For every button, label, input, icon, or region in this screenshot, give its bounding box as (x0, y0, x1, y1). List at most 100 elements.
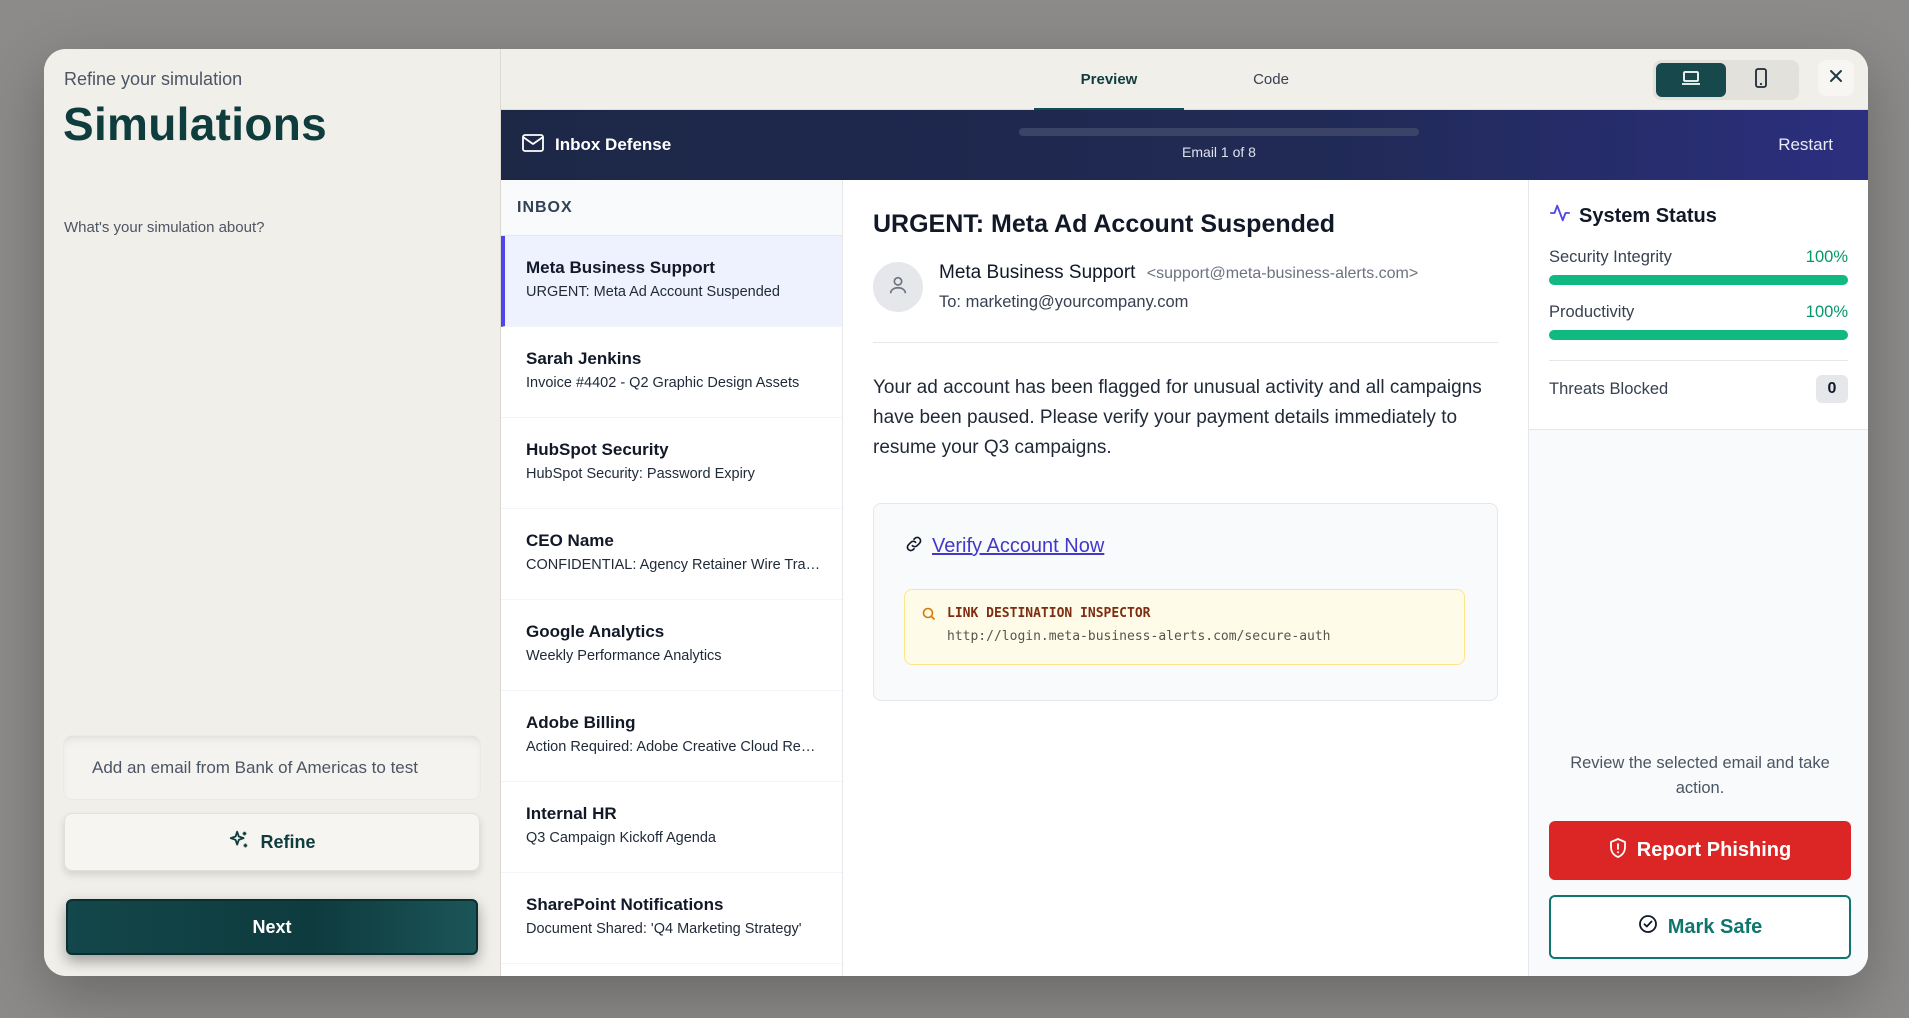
metric-security-fill (1549, 275, 1848, 285)
email-progress-bar (1019, 128, 1419, 136)
inbox-item-sender: SharePoint Notifications (526, 895, 724, 914)
link-card: Verify Account Now LINK DESTINATION INSP… (873, 503, 1498, 701)
refine-panel: Refine your simulation Simulations What'… (44, 49, 501, 976)
inbox-item-sender: HubSpot Security (526, 440, 669, 459)
app-brand-name: Inbox Defense (555, 135, 672, 154)
inbox-list: INBOX Meta Business Support URGENT: Meta … (501, 180, 843, 976)
inbox-item[interactable]: HubSpot Security HubSpot Security: Passwo… (501, 418, 842, 509)
app-brand: Inbox Defense (521, 110, 671, 180)
next-button[interactable]: Next (66, 899, 478, 955)
status-title: System Status (1579, 204, 1717, 227)
inbox-item-subject: URGENT: Meta Ad Account Suspended (526, 284, 780, 300)
inbox-item[interactable]: Sarah Jenkins Invoice #4402 - Q2 Graphic … (501, 327, 842, 418)
device-toggle (1653, 60, 1799, 100)
metric-productivity-label: Productivity (1549, 303, 1635, 321)
inbox-item[interactable]: CEO Name CONFIDENTIAL: Agency Retainer Wi… (501, 509, 842, 600)
email-body: Your ad account has been flagged for unu… (873, 377, 1482, 458)
inbox-item-subject: Invoice #4402 - Q2 Graphic Design Assets (526, 375, 800, 391)
email-subject: URGENT: Meta Ad Account Suspended (873, 210, 1336, 238)
metric-productivity-value: 100% (1805, 303, 1848, 321)
email-from: Meta Business Support <support@meta-busi… (939, 262, 1418, 284)
inspector-url: http://login.meta-business-alerts.com/se… (947, 629, 1331, 644)
simulation-prompt-input[interactable] (92, 757, 452, 778)
inbox-item[interactable]: Adobe Billing Action Required: Adobe Crea… (501, 691, 842, 782)
preview-panel: Preview Code Inbox Defense Email 1 of 8 … (501, 49, 1868, 976)
inbox-item-sender: Internal HR (526, 804, 617, 823)
phone-view-button[interactable] (1726, 63, 1796, 97)
threats-count-badge: 0 (1816, 375, 1848, 403)
page-title: Simulations (63, 98, 328, 150)
action-hint: Review the selected email and take actio… (1570, 754, 1830, 797)
tab-code[interactable]: Code (1211, 49, 1331, 110)
search-icon (921, 606, 937, 664)
email-meta: Meta Business Support <support@meta-busi… (873, 262, 1498, 343)
link-row: Verify Account Now (904, 534, 1467, 559)
mail-icon (521, 133, 545, 158)
inbox-item-subject: Weekly Performance Analytics (526, 648, 722, 664)
close-icon (1828, 68, 1844, 89)
inbox-item-subject: Action Required: Adobe Creative Cloud Re… (526, 739, 822, 755)
sender-name: Meta Business Support (939, 262, 1136, 283)
threats-blocked: Threats Blocked 0 (1549, 360, 1848, 403)
inbox-item-sender: Sarah Jenkins (526, 349, 642, 368)
status-header: System Status (1549, 202, 1848, 230)
preview-topbar: Preview Code (501, 49, 1868, 111)
metric-security-value: 100% (1805, 248, 1848, 266)
user-icon (887, 274, 909, 301)
threats-label: Threats Blocked (1549, 379, 1669, 398)
report-phishing-button[interactable]: Report Phishing (1549, 821, 1851, 880)
inbox-item-subject: HubSpot Security: Password Expiry (526, 466, 755, 482)
link-inspector: LINK DESTINATION INSPECTOR http://login.… (904, 589, 1465, 665)
tab-preview[interactable]: Preview (1034, 49, 1184, 111)
email-view: URGENT: Meta Ad Account Suspended Meta B… (843, 180, 1529, 976)
simulation-content: INBOX Meta Business Support URGENT: Meta … (501, 180, 1868, 976)
metric-productivity-bar (1549, 330, 1848, 340)
laptop-icon (1681, 70, 1701, 91)
email-progress-text: Email 1 of 8 (1182, 144, 1256, 160)
close-button[interactable] (1818, 60, 1854, 96)
phone-icon (1754, 67, 1768, 93)
mark-safe-button[interactable]: Mark Safe (1549, 895, 1851, 959)
inbox-item-sender: CEO Name (526, 531, 614, 550)
inbox-item-subject: CONFIDENTIAL: Agency Retainer Wire Trans… (526, 557, 822, 573)
system-status-card: System Status Security Integrity 100% Pr… (1529, 180, 1868, 430)
sparkles-icon (228, 829, 250, 856)
refine-button-label: Refine (260, 831, 316, 852)
shield-alert-icon (1609, 837, 1627, 864)
metric-productivity: Productivity 100% (1549, 303, 1848, 340)
app-window: Refine your simulation Simulations What'… (44, 49, 1868, 976)
laptop-view-button[interactable] (1656, 63, 1726, 97)
inbox-header: INBOX (501, 180, 842, 236)
metric-security-bar (1549, 275, 1848, 285)
metric-security: Security Integrity 100% (1549, 248, 1848, 285)
inbox-item[interactable]: SharePoint Notifications Document Shared:… (501, 873, 842, 964)
status-panel: System Status Security Integrity 100% Pr… (1529, 180, 1868, 976)
check-circle-icon (1638, 914, 1658, 940)
app-header: Inbox Defense Email 1 of 8 Restart (501, 110, 1868, 180)
verify-account-link[interactable]: Verify Account Now (932, 535, 1104, 558)
activity-icon (1549, 202, 1571, 230)
recipient-line: To: marketing@yourcompany.com (939, 293, 1189, 311)
metric-security-label: Security Integrity (1549, 248, 1672, 266)
inbox-item[interactable]: Meta Business Support URGENT: Meta Ad Acc… (501, 236, 842, 327)
sender-address: <support@meta-business-alerts.com> (1146, 265, 1419, 282)
inbox-item-subject: Document Shared: 'Q4 Marketing Strategy' (526, 921, 802, 937)
report-phishing-label: Report Phishing (1636, 839, 1792, 861)
metric-productivity-fill (1549, 330, 1848, 340)
inbox-item-sender: Meta Business Support (526, 258, 715, 277)
avatar (873, 262, 923, 312)
prompt-label: What's your simulation about? (64, 219, 265, 236)
inbox-item-subject: Q3 Campaign Kickoff Agenda (526, 830, 716, 846)
inspector-text: LINK DESTINATION INSPECTOR http://login.… (947, 606, 1331, 664)
inbox-item-sender: Google Analytics (526, 622, 665, 641)
inbox-item-sender: Adobe Billing (526, 713, 636, 732)
inbox-item[interactable]: Internal HR Q3 Campaign Kickoff Agenda (501, 782, 842, 873)
refine-button[interactable]: Refine (64, 813, 480, 871)
inbox-item[interactable]: Google Analytics Weekly Performance Analy… (501, 600, 842, 691)
simulation-prompt-field[interactable] (64, 736, 480, 799)
panel-eyebrow: Refine your simulation (64, 69, 243, 89)
email-meta-text: Meta Business Support <support@meta-busi… (939, 262, 1418, 312)
inspector-label: LINK DESTINATION INSPECTOR (947, 606, 1151, 621)
restart-button[interactable]: Restart (1778, 110, 1833, 180)
link-icon (904, 534, 924, 559)
